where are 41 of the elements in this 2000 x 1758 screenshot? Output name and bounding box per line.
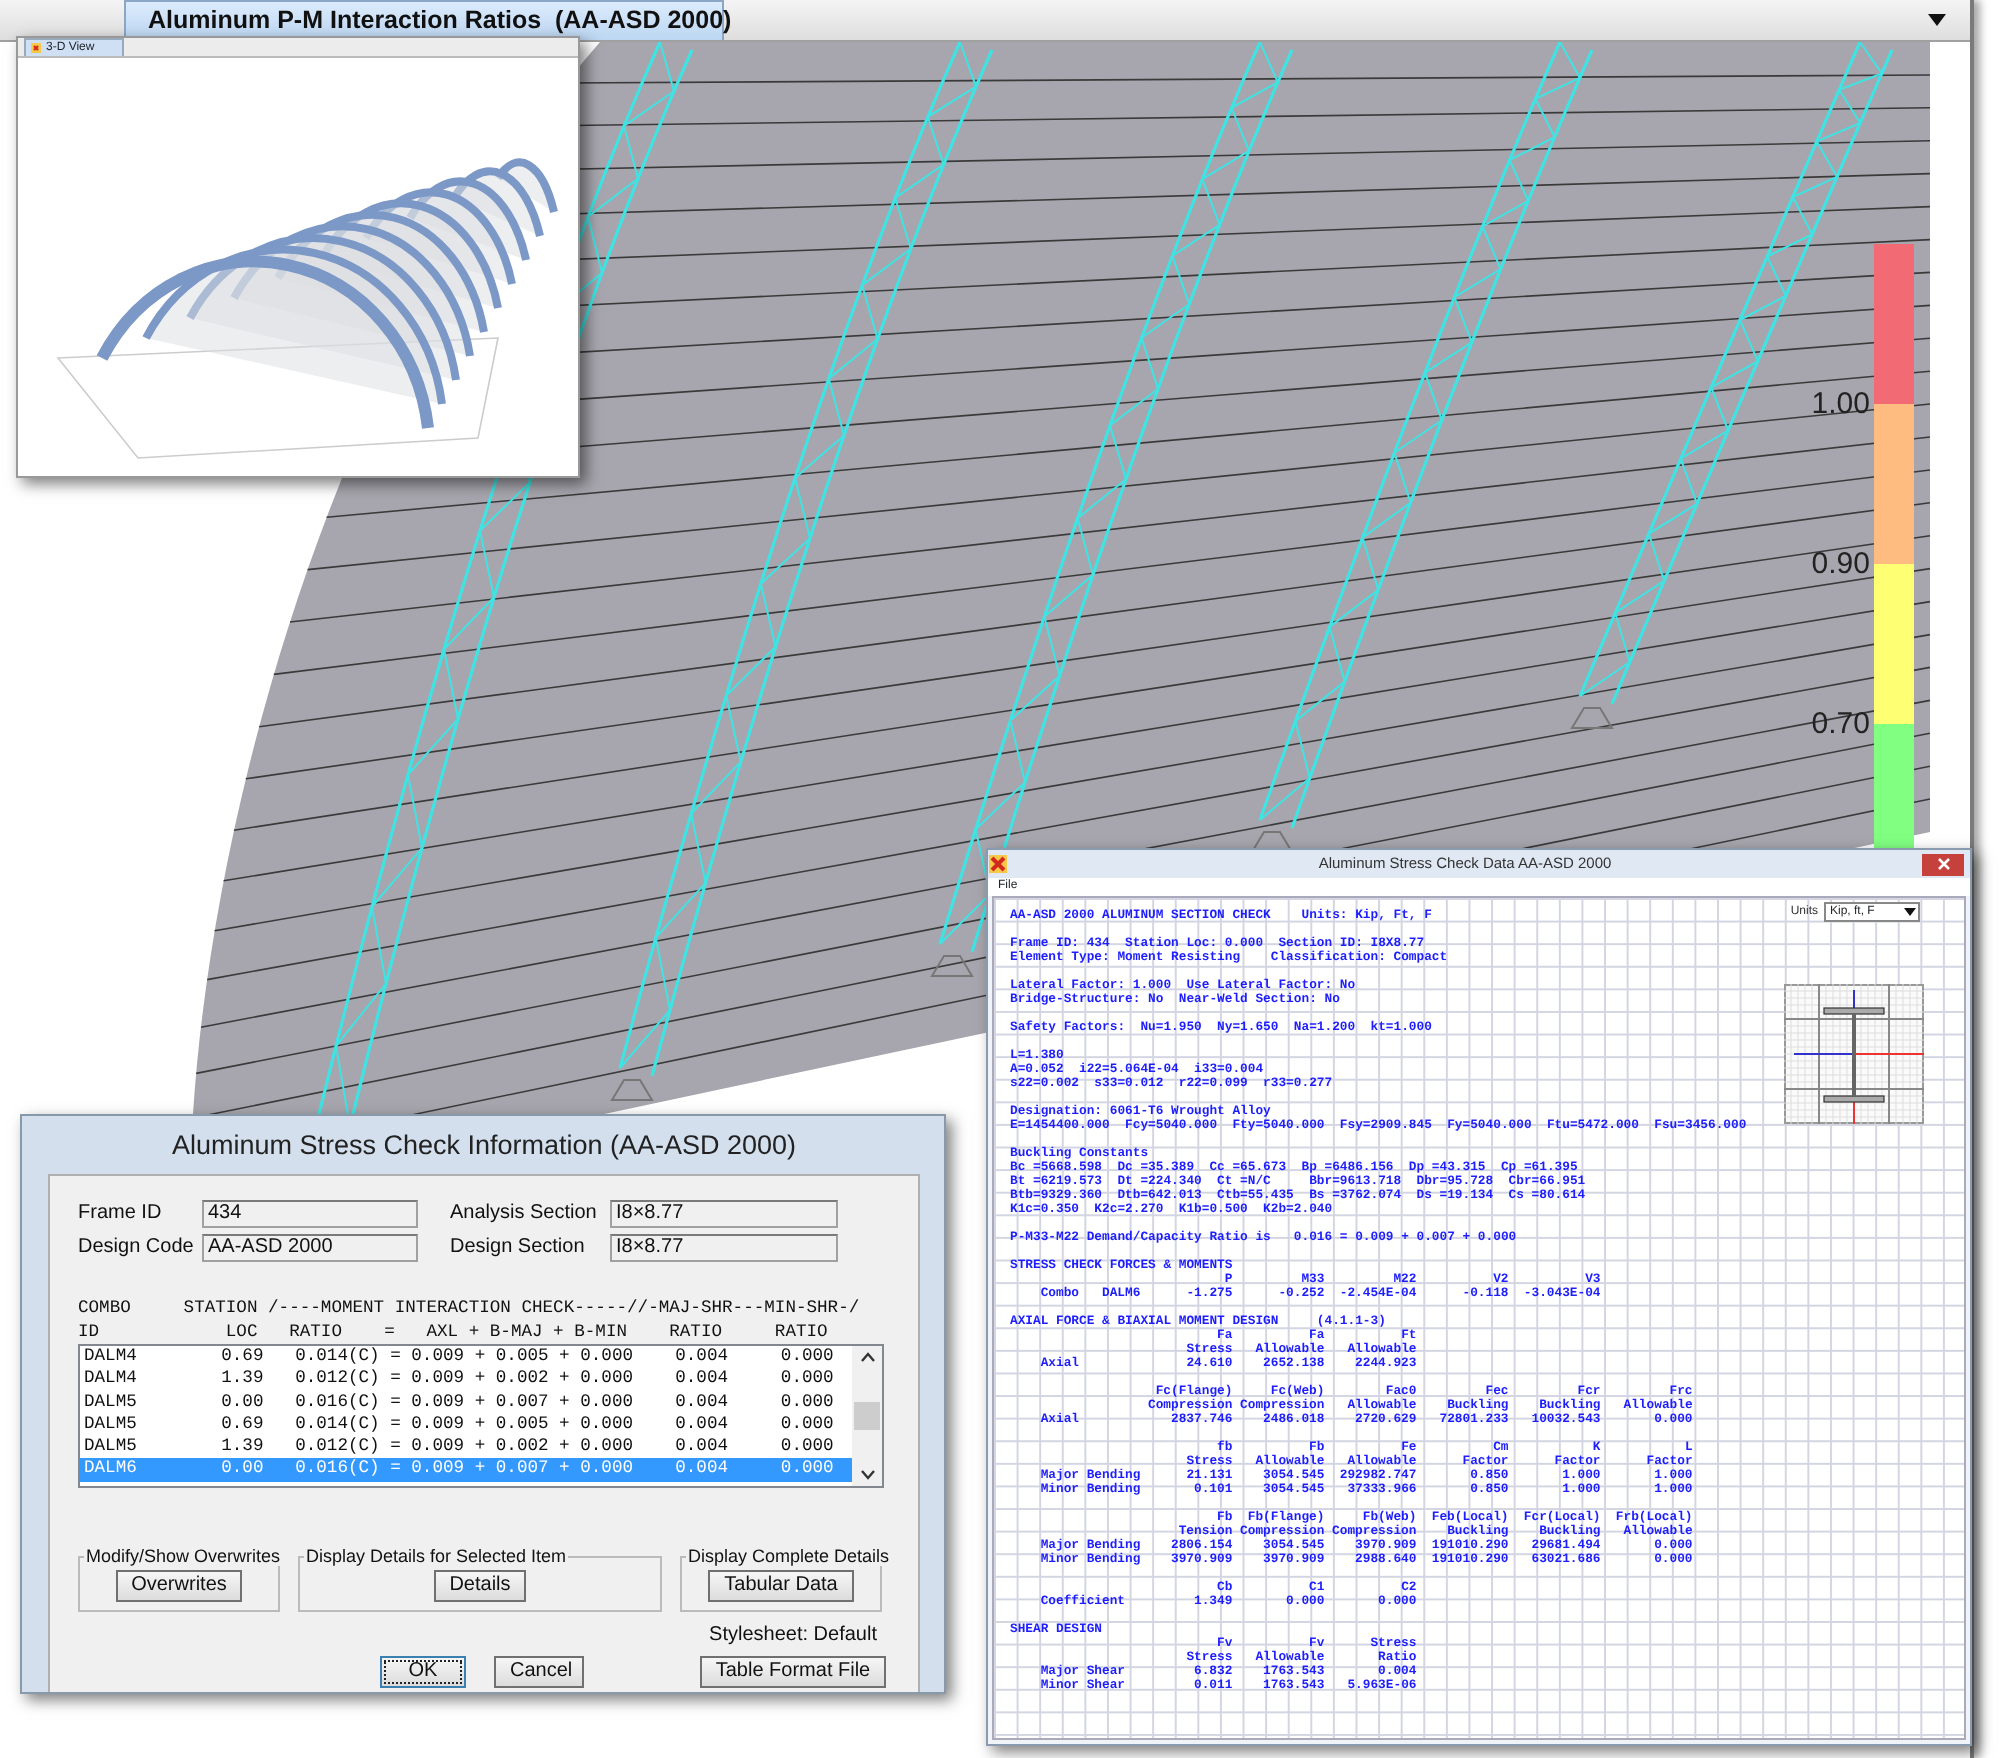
scroll-up-icon[interactable]: [859, 1352, 875, 1362]
action-button[interactable]: Details: [433, 1570, 527, 1602]
group-label: Display Details for Selected Item: [304, 1548, 569, 1566]
list-row[interactable]: DALM4 0.69 0.014(C) = 0.009 + 0.005 + 0.000 0.004 0.000: [80, 1346, 852, 1369]
legend-label: 0.90: [1811, 549, 1870, 579]
caret-icon[interactable]: [1904, 908, 1916, 916]
column-header: ID LOC RATIO = AXL + B-MAJ + B-MIN RATIO RATIO: [78, 1320, 830, 1344]
legend-label: 1.00: [1811, 389, 1870, 419]
text-field[interactable]: 434: [202, 1199, 418, 1227]
scrollbar[interactable]: [852, 1346, 882, 1486]
dialog-button[interactable]: Cancel: [494, 1656, 584, 1688]
dropdown-caret-icon[interactable]: [1928, 14, 1946, 26]
group-label: Display Complete Details: [686, 1548, 892, 1566]
column-header: COMBO STATION /----MOMENT INTERACTION CHECK-----//-MAJ-SHR---MIN-SHR-/: [78, 1296, 862, 1320]
action-button[interactable]: Overwrites: [115, 1570, 243, 1602]
scrollbar-thumb[interactable]: [854, 1402, 880, 1430]
app-icon: [30, 42, 42, 54]
action-button[interactable]: Tabular Data: [708, 1570, 854, 1602]
field-label: Frame ID: [78, 1200, 164, 1228]
list-row[interactable]: DALM4 1.39 0.012(C) = 0.009 + 0.002 + 0.000 0.004 0.000: [80, 1368, 852, 1392]
field-label: Analysis Section: [450, 1200, 599, 1228]
list-row[interactable]: DALM5 1.39 0.012(C) = 0.009 + 0.002 + 0.000 0.004 0.000: [80, 1436, 852, 1459]
dialog-button[interactable]: OK: [380, 1656, 466, 1688]
text-field[interactable]: I8×8.77: [610, 1233, 838, 1261]
cross-section-drawing: [1784, 984, 1924, 1124]
dialog-title: Aluminum Stress Check Information (AA-ASD 2000): [169, 1128, 799, 1164]
text-field[interactable]: I8×8.77: [610, 1199, 838, 1227]
stylesheet-label: Stylesheet: Default: [709, 1622, 877, 1650]
text-field[interactable]: AA-ASD 2000: [202, 1233, 418, 1261]
scroll-down-icon[interactable]: [859, 1470, 875, 1480]
close-button[interactable]: [1922, 853, 1964, 875]
field-label: Design Section: [450, 1234, 587, 1262]
close-icon[interactable]: [1937, 858, 1949, 870]
list-row[interactable]: DALM5 0.69 0.014(C) = 0.009 + 0.005 + 0.000 0.004 0.000: [80, 1413, 852, 1437]
legend-label: 0.70: [1811, 709, 1870, 739]
field-label: Design Code: [78, 1234, 196, 1262]
dialog-button[interactable]: Table Format File: [699, 1656, 887, 1688]
list-row[interactable]: DALM5 0.00 0.016(C) = 0.009 + 0.007 + 0.000 0.004 0.000: [80, 1391, 852, 1414]
app-icon: [988, 854, 1008, 874]
results-list[interactable]: [78, 1344, 884, 1488]
group-label: Modify/Show Overwrites: [84, 1548, 283, 1566]
